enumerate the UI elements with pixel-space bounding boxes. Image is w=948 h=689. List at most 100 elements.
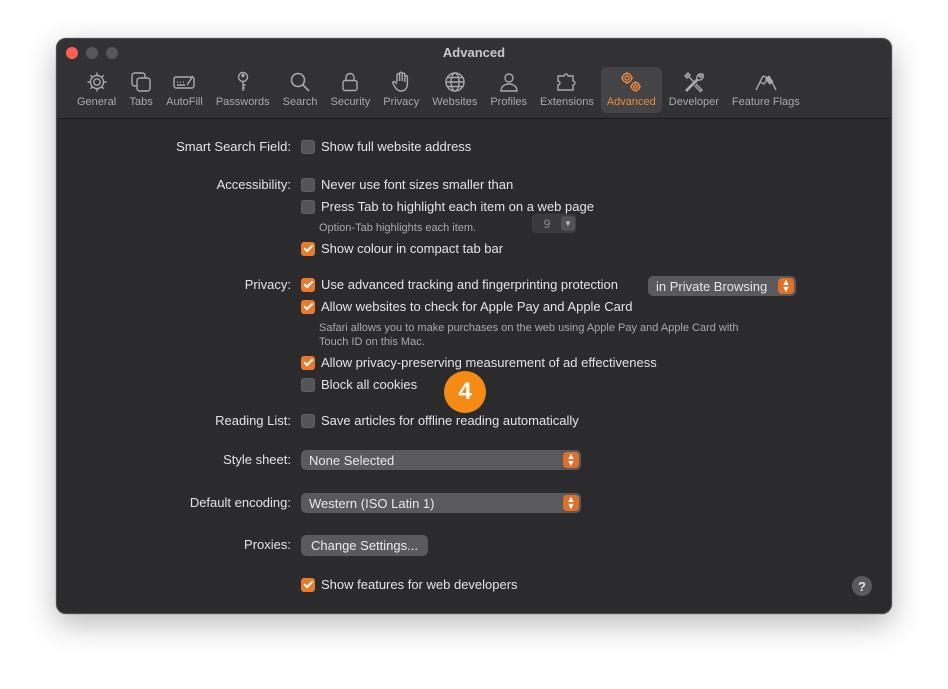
encoding-value: Western (ISO Latin 1) bbox=[309, 495, 435, 511]
apple-pay-text: Allow websites to check for Apple Pay an… bbox=[321, 299, 633, 314]
chevron-down-icon: ▼ bbox=[561, 216, 575, 231]
show-full-address-checkbox[interactable] bbox=[301, 139, 315, 154]
show-full-address-row[interactable]: Show full website address bbox=[301, 139, 471, 154]
tab-developer[interactable]: Developer bbox=[663, 67, 725, 113]
settings-window: Advanced General Tabs AutoFill Passwords… bbox=[56, 38, 892, 614]
developer-features-checkbox[interactable] bbox=[301, 577, 315, 592]
tab-websites-label: Websites bbox=[432, 96, 478, 108]
encoding-select[interactable]: Western (ISO Latin 1) ▲ ▼ bbox=[301, 493, 581, 513]
offline-reading-text: Save articles for offline reading automa… bbox=[321, 413, 579, 428]
style-sheet-label: Style sheet: bbox=[223, 452, 291, 467]
window-title: Advanced bbox=[442, 45, 506, 60]
privacy-label: Privacy: bbox=[244, 277, 291, 292]
tab-extensions-label: Extensions bbox=[540, 96, 594, 108]
press-tab-text: Press Tab to highlight each item on a we… bbox=[321, 199, 594, 214]
developer-features-text: Show features for web developers bbox=[321, 577, 518, 592]
globe-icon bbox=[445, 72, 465, 92]
min-font-row[interactable]: Never use font sizes smaller than bbox=[301, 177, 513, 192]
proxies-label: Proxies: bbox=[244, 537, 291, 552]
apple-pay-row[interactable]: Allow websites to check for Apple Pay an… bbox=[301, 299, 632, 314]
chevron-updown-icon: ▲ ▼ bbox=[563, 495, 579, 511]
key-icon bbox=[237, 71, 248, 91]
tracking-row[interactable]: Use advanced tracking and fingerprinting… bbox=[301, 277, 618, 292]
chevron-updown-icon: ▲ ▼ bbox=[563, 452, 579, 468]
tab-extensions[interactable]: Extensions bbox=[534, 67, 600, 113]
encoding-label: Default encoding: bbox=[189, 495, 291, 510]
min-font-size-value: 9 bbox=[543, 216, 551, 231]
block-cookies-text: Block all cookies bbox=[321, 377, 418, 392]
tab-security-label: Security bbox=[330, 96, 371, 108]
tracking-mode-select[interactable]: in Private Browsing ▲ ▼ bbox=[648, 276, 796, 296]
search-icon bbox=[290, 72, 310, 92]
tab-general[interactable]: General bbox=[71, 67, 122, 113]
tab-profiles-label: Profiles bbox=[490, 96, 528, 108]
tab-privacy-label: Privacy bbox=[383, 96, 420, 108]
accessibility-label: Accessibility: bbox=[216, 177, 291, 192]
autofill-icon bbox=[173, 75, 196, 89]
apple-pay-hint-line-2: Touch ID on this Mac. bbox=[319, 336, 425, 348]
step-number-badge: 4 bbox=[444, 371, 486, 413]
tab-passwords-label: Passwords bbox=[215, 96, 270, 108]
press-tab-checkbox[interactable] bbox=[301, 199, 315, 214]
tab-developer-label: Developer bbox=[668, 96, 719, 108]
gears-icon bbox=[621, 72, 642, 92]
titlebar: Advanced General Tabs AutoFill Passwords… bbox=[57, 39, 891, 119]
reading-list-label: Reading List: bbox=[215, 413, 291, 428]
wrench-screwdriver-icon bbox=[683, 72, 704, 93]
tab-feature-flags[interactable]: Feature Flags bbox=[726, 67, 806, 113]
tracking-mode-value: in Private Browsing bbox=[656, 278, 768, 294]
change-settings-button[interactable]: Change Settings... bbox=[301, 535, 428, 556]
gear-icon bbox=[87, 72, 107, 92]
person-icon bbox=[499, 73, 518, 92]
tab-websites[interactable]: Websites bbox=[426, 67, 483, 113]
tab-advanced-label: Advanced bbox=[606, 96, 656, 108]
ad-measurement-text: Allow privacy-preserving measurement of … bbox=[321, 355, 657, 370]
block-cookies-checkbox[interactable] bbox=[301, 377, 315, 392]
block-cookies-row[interactable]: Block all cookies bbox=[301, 377, 417, 392]
tab-general-label: General bbox=[77, 96, 117, 108]
lock-icon bbox=[342, 72, 359, 92]
tab-autofill[interactable]: AutoFill bbox=[160, 67, 209, 113]
compact-colour-row[interactable]: Show colour in compact tab bar bbox=[301, 241, 503, 256]
offline-reading-checkbox[interactable] bbox=[301, 413, 315, 428]
advanced-pane: Smart Search Field: Show full website ad… bbox=[57, 119, 891, 613]
style-sheet-select[interactable]: None Selected ▲ ▼ bbox=[301, 450, 581, 470]
tracking-checkbox[interactable] bbox=[301, 277, 315, 292]
tab-privacy[interactable]: Privacy bbox=[377, 67, 425, 113]
hand-icon bbox=[392, 71, 409, 92]
press-tab-hint: Option-Tab highlights each item. bbox=[319, 222, 477, 234]
show-full-address-text: Show full website address bbox=[321, 139, 472, 154]
help-button[interactable]: ? bbox=[852, 576, 872, 596]
ad-measurement-checkbox[interactable] bbox=[301, 355, 315, 370]
tracking-text: Use advanced tracking and fingerprinting… bbox=[321, 277, 619, 292]
tab-tabs[interactable]: Tabs bbox=[123, 67, 159, 113]
compact-colour-checkbox[interactable] bbox=[301, 241, 315, 256]
tab-profiles[interactable]: Profiles bbox=[484, 67, 533, 113]
min-font-size-select[interactable]: 9 ▼ bbox=[532, 214, 576, 233]
tab-search-label: Search bbox=[282, 96, 318, 108]
style-sheet-value: None Selected bbox=[309, 452, 395, 468]
tab-feature-flags-label: Feature Flags bbox=[731, 96, 800, 108]
puzzle-icon bbox=[557, 73, 576, 91]
press-tab-row[interactable]: Press Tab to highlight each item on a we… bbox=[301, 199, 594, 214]
developer-features-row[interactable]: Show features for web developers bbox=[301, 577, 518, 592]
smart-search-label: Smart Search Field: bbox=[176, 139, 291, 154]
ad-measurement-row[interactable]: Allow privacy-preserving measurement of … bbox=[301, 355, 657, 370]
apple-pay-checkbox[interactable] bbox=[301, 299, 315, 314]
tab-tabs-label: Tabs bbox=[129, 96, 153, 108]
chevron-updown-icon: ▲ ▼ bbox=[778, 278, 794, 294]
tab-search[interactable]: Search bbox=[277, 67, 324, 113]
tabs-icon bbox=[131, 72, 151, 92]
compact-colour-text: Show colour in compact tab bar bbox=[321, 241, 504, 256]
offline-reading-row[interactable]: Save articles for offline reading automa… bbox=[301, 413, 579, 428]
apple-pay-hint: Safari allows you to make purchases on t… bbox=[319, 321, 738, 349]
tab-autofill-label: AutoFill bbox=[166, 96, 203, 108]
preferences-toolbar: General Tabs AutoFill Passwords Search S… bbox=[71, 67, 807, 113]
min-font-checkbox[interactable] bbox=[301, 177, 315, 192]
tab-security[interactable]: Security bbox=[324, 67, 376, 113]
flags-icon bbox=[755, 75, 777, 91]
tab-advanced[interactable]: Advanced bbox=[600, 67, 662, 113]
apple-pay-hint-line-1: Safari allows you to make purchases on t… bbox=[319, 322, 739, 334]
min-font-text: Never use font sizes smaller than bbox=[321, 177, 514, 192]
tab-passwords[interactable]: Passwords bbox=[210, 67, 276, 113]
